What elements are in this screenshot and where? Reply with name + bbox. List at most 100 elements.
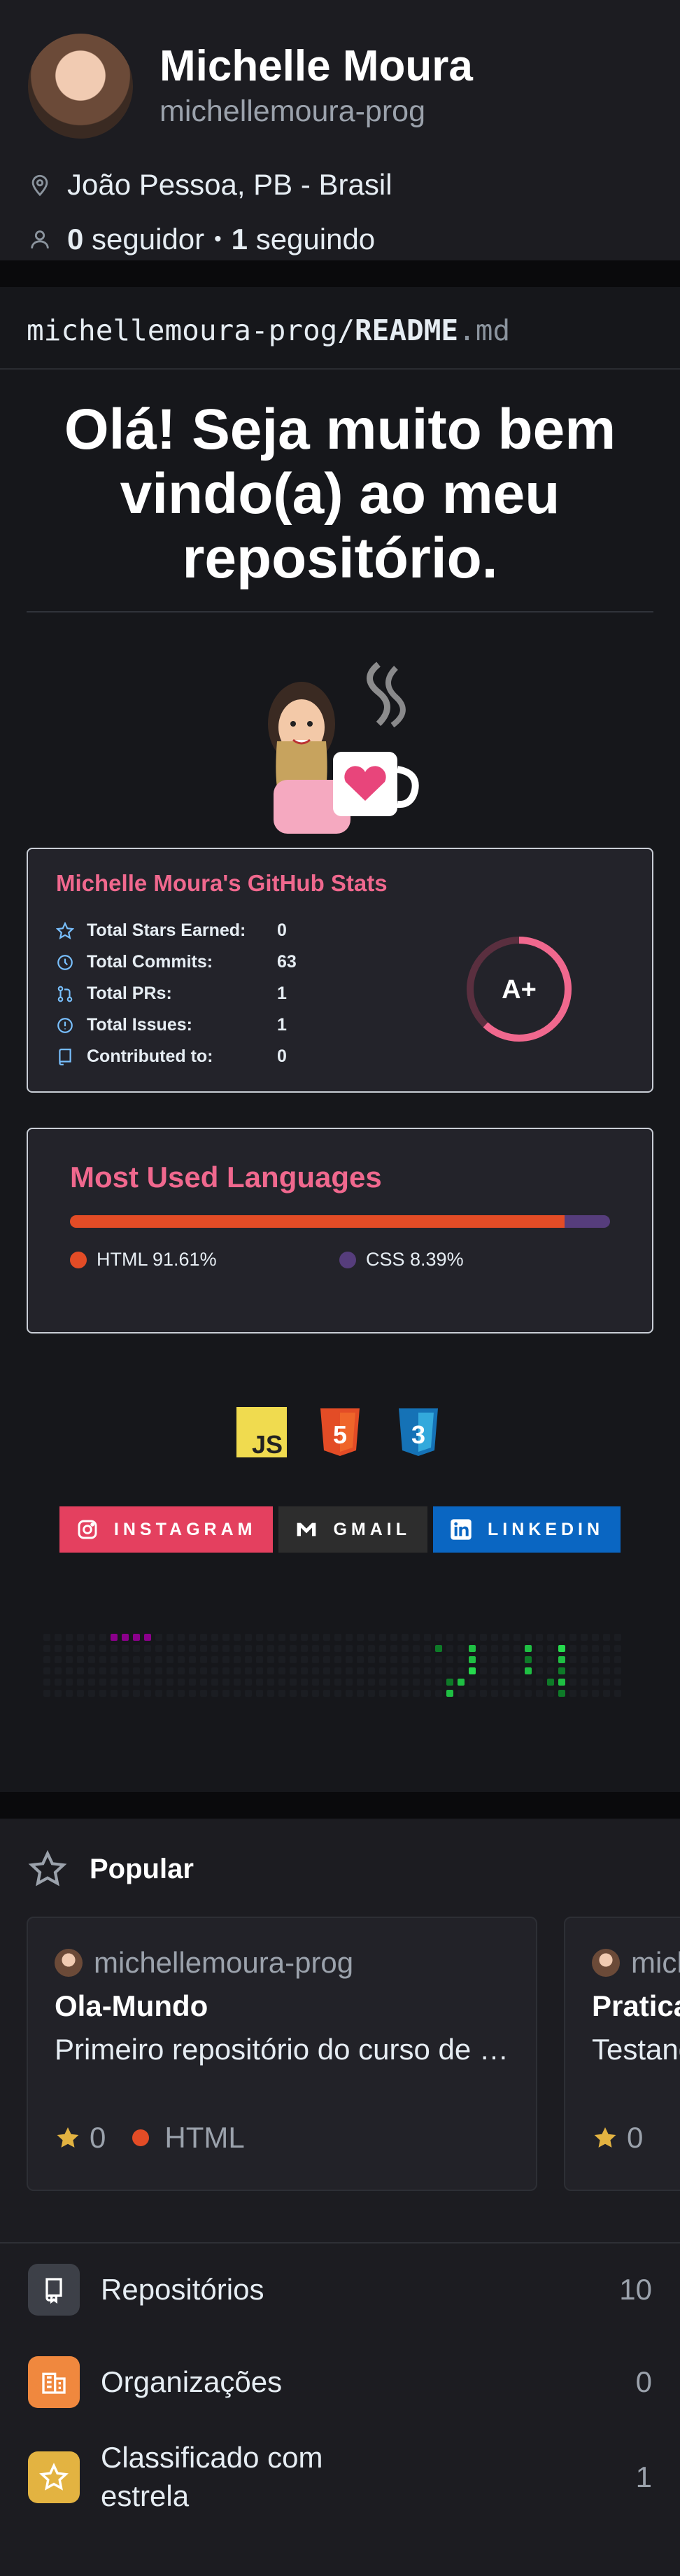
stat-value: 1 (277, 983, 287, 1004)
menu-item-starred[interactable]: Classificado com estrela 1 (0, 2428, 680, 2526)
stat-value: 0 (277, 1046, 287, 1067)
contribution-cell (245, 1667, 252, 1675)
profile-login: michellemoura-prog (160, 94, 425, 129)
contribution-cell (614, 1645, 621, 1653)
contribution-cell (290, 1679, 297, 1686)
contribution-cell (469, 1679, 476, 1686)
menu-item-repositories[interactable]: Repositórios 10 (0, 2244, 680, 2336)
menu-item-organizations[interactable]: Organizações 0 (0, 2336, 680, 2428)
svg-text:5: 5 (333, 1420, 347, 1449)
contribution-cell (480, 1634, 487, 1642)
contribution-cell (446, 1656, 453, 1664)
contribution-cell (458, 1645, 465, 1653)
contribution-cell (200, 1645, 207, 1653)
contribution-cell (55, 1645, 62, 1653)
contribution-cell (390, 1667, 397, 1675)
contribution-cell (278, 1645, 285, 1653)
instagram-badge[interactable]: INSTAGRAM (59, 1506, 274, 1553)
contribution-cell (278, 1679, 285, 1686)
contribution-cell (66, 1679, 73, 1686)
github-stats-card: Michelle Moura's GitHub Stats Total Star… (27, 848, 653, 1093)
contribution-cell (77, 1634, 84, 1642)
contribution-cell (379, 1690, 386, 1698)
contribution-cell (346, 1634, 353, 1642)
html5-icon: 5 (315, 1407, 365, 1457)
contribution-cell (312, 1634, 319, 1642)
contribution-cell (592, 1656, 599, 1664)
contribution-cell (133, 1656, 140, 1664)
contribution-cell (122, 1690, 129, 1698)
following-label: seguindo (255, 223, 376, 255)
contribution-cell (469, 1634, 476, 1642)
stat-label: Total Commits: (87, 952, 213, 972)
stat-row: Contributed to: 0 (56, 1041, 624, 1072)
contribution-cell (435, 1679, 442, 1686)
contribution-cell (323, 1667, 330, 1675)
owner-avatar (592, 1949, 620, 1977)
contribution-cell (222, 1690, 229, 1698)
popular-repo-list[interactable]: michellemoura-prog Ola-Mundo Primeiro re… (0, 1917, 680, 2191)
repo-description: Testando (592, 2033, 680, 2066)
contribution-cell (346, 1667, 353, 1675)
repo-owner-login: michellemoura-prog (94, 1946, 354, 1979)
contribution-cell (480, 1690, 487, 1698)
contribution-cell (558, 1656, 565, 1664)
avatar[interactable] (28, 34, 133, 139)
contribution-cell (592, 1634, 599, 1642)
contribution-cell (491, 1667, 498, 1675)
contribution-cell (133, 1679, 140, 1686)
stat-label: Contributed to: (87, 1046, 213, 1067)
contribution-cell (480, 1679, 487, 1686)
readme-section: michellemoura-prog/README.md Olá! Seja m… (0, 287, 680, 1792)
contribution-cell (435, 1690, 442, 1698)
stat-value: 63 (277, 952, 297, 972)
contribution-cell (413, 1667, 420, 1675)
gmail-badge[interactable]: GMAIL (278, 1506, 427, 1553)
contribution-cell (222, 1634, 229, 1642)
contribution-cell (402, 1690, 409, 1698)
profile-names: Michelle Moura michellemoura-prog (160, 43, 473, 129)
contribution-cell (346, 1679, 353, 1686)
readme-path-name: README (355, 314, 459, 347)
stat-label: Total PRs: (87, 983, 172, 1004)
contribution-cell (547, 1690, 554, 1698)
repo-card[interactable]: michellemoura-prog Ola-Mundo Primeiro re… (27, 1917, 537, 2191)
rank-circle: A+ (467, 937, 572, 1042)
contribution-cell (323, 1634, 330, 1642)
contribution-cell (491, 1656, 498, 1664)
readme-path[interactable]: michellemoura-prog/README.md (0, 287, 680, 370)
contribution-cell (222, 1656, 229, 1664)
contribution-cell (603, 1645, 610, 1653)
contribution-cell (144, 1690, 151, 1698)
profile-menu: Repositórios 10 Organizações 0 Classific… (0, 2242, 680, 2526)
repo-card[interactable]: michellemoura-prog Praticando Testando 0 (564, 1917, 680, 2191)
contribution-cell (99, 1690, 106, 1698)
linkedin-badge[interactable]: LINKEDIN (433, 1506, 621, 1553)
contribution-cell (480, 1667, 487, 1675)
contribution-cell (167, 1656, 173, 1664)
contribution-cell (167, 1679, 173, 1686)
contribution-cell (290, 1634, 297, 1642)
contribution-cell (55, 1679, 62, 1686)
contribution-cell (290, 1645, 297, 1653)
contribution-cell (513, 1667, 520, 1675)
contribution-cell (211, 1645, 218, 1653)
contribution-cell (614, 1656, 621, 1664)
contribution-cell (357, 1656, 364, 1664)
contribution-cell (581, 1634, 588, 1642)
contribution-cell (200, 1690, 207, 1698)
contribution-cell (469, 1656, 476, 1664)
contribution-cell (312, 1679, 319, 1686)
contribution-cell (368, 1656, 375, 1664)
contribution-cell (413, 1679, 420, 1686)
contribution-cell (155, 1690, 162, 1698)
contribution-cell (77, 1656, 84, 1664)
contribution-cell (323, 1645, 330, 1653)
contribution-cell (122, 1645, 129, 1653)
language-bar-segment (70, 1215, 565, 1228)
profile-follow-stats[interactable]: 0 seguidor • 1 seguindo (28, 223, 652, 256)
organization-icon (28, 2356, 80, 2408)
contribution-cell (256, 1634, 263, 1642)
contribution-cell (88, 1679, 95, 1686)
repo-stars: 0 (627, 2121, 644, 2154)
